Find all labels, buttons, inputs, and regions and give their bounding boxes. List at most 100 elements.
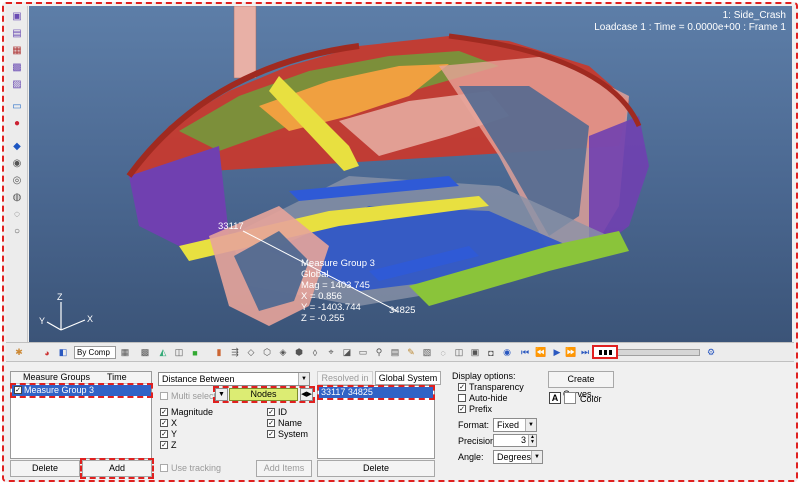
cut-icon[interactable]: ■	[188, 346, 202, 359]
annotation-icon[interactable]: ✎	[404, 346, 418, 359]
format-select[interactable]: Fixed ▼	[493, 418, 537, 432]
chevron-down-icon: ▼	[298, 373, 309, 385]
axis-x-label: X	[87, 314, 94, 324]
x-checkbox[interactable]: ✓ X	[160, 418, 177, 428]
section-icon[interactable]: ◪	[340, 346, 354, 359]
color-wheel-icon[interactable]: ◕	[40, 346, 54, 359]
measure-annotation-line: Mag = 1403.745	[301, 280, 370, 291]
tracking-icon[interactable]: ⚲	[372, 346, 386, 359]
nodes-selector: ▼ Nodes ◀▶	[213, 386, 315, 403]
measure-group-checkbox[interactable]: ✓	[14, 386, 22, 394]
auto-hide-checkbox[interactable]: Auto-hide	[458, 393, 508, 403]
delete-group-button[interactable]: Delete	[10, 460, 80, 477]
graphics-viewport[interactable]: 1: Side_Crash Loadcase 1 : Time = 0.0000…	[29, 6, 792, 342]
deformed-icon[interactable]: ◇	[244, 346, 258, 359]
vector-icon[interactable]: ⇶	[228, 346, 242, 359]
last-frame-icon[interactable]: ⏭	[578, 346, 592, 359]
angle-label: Angle:	[458, 452, 484, 462]
spinner-arrows-icon[interactable]: ▲ ▼	[528, 435, 536, 446]
entity-icon[interactable]: ●	[9, 117, 25, 131]
entity-type-dropdown[interactable]: ▼	[215, 388, 228, 401]
measure-icon[interactable]: ▭	[356, 346, 370, 359]
iso-icon[interactable]: ◈	[276, 346, 290, 359]
next-frame-icon[interactable]: ⏩	[564, 346, 578, 359]
name-checkbox[interactable]: ✓ Name	[267, 418, 302, 428]
column-measure-groups[interactable]: Measure Groups	[23, 372, 90, 383]
color-swatch[interactable]	[564, 392, 576, 404]
list-item[interactable]: ✓ Measure Group 3	[10, 383, 153, 398]
color-mode-select[interactable]: By Comp	[74, 346, 116, 359]
layout-icon[interactable]: ▦	[9, 44, 25, 58]
transparency-checkbox[interactable]: ✓ Transparency	[458, 382, 524, 392]
nodes-entity-button[interactable]: Nodes	[229, 388, 298, 401]
camera-icon[interactable]: ◘	[484, 346, 498, 359]
column-time[interactable]: Time	[107, 372, 127, 383]
resolved-nodes-list[interactable]: 33117 34825	[317, 385, 435, 459]
axis-y-label: Y	[39, 316, 46, 326]
create-curves-button[interactable]: Create Curves...	[548, 371, 614, 399]
trace-icon[interactable]: ⌖	[324, 346, 338, 359]
display-mode-icon[interactable]: ◆	[9, 140, 25, 154]
bubble-icon[interactable]: ◌	[436, 346, 450, 359]
image-icon[interactable]: ▣	[468, 346, 482, 359]
use-tracking-checkbox[interactable]: Use tracking	[160, 463, 221, 473]
z-checkbox[interactable]: ✓ Z	[160, 440, 177, 450]
color-label: Color	[580, 394, 602, 404]
monitor-icon[interactable]: ▭	[9, 100, 25, 114]
checkbox-label: Y	[171, 429, 178, 439]
measure-groups-header: Measure Groups Time	[11, 372, 151, 384]
y-checkbox[interactable]: ✓ Y	[160, 429, 177, 439]
system-checkbox[interactable]: ✓ System	[267, 429, 308, 439]
add-group-button[interactable]: Add	[80, 458, 154, 479]
isolate-icon[interactable]: ◭	[156, 346, 170, 359]
palette-icon[interactable]: ✱	[12, 346, 26, 359]
use-tracking-label: Use tracking	[171, 463, 222, 473]
measure-type-value: Distance Between	[162, 374, 235, 384]
page-icon[interactable]: ▣	[9, 10, 25, 24]
measure-type-select[interactable]: Distance Between ▼	[158, 372, 310, 386]
play-icon[interactable]: ▶	[550, 346, 564, 359]
eye-plus-icon[interactable]: ◎	[9, 174, 25, 188]
sync-icon[interactable]: ▩	[9, 61, 25, 75]
main-toolbar: ✱ ◕ ◧ By Comp ▦ ▩ ◭ ◫ ■ ▮ ⇶ ◇ ⬡ ◈ ⬢ ◊ ⌖ …	[6, 342, 794, 362]
marker-icon[interactable]: ⬢	[292, 346, 306, 359]
legend-icon[interactable]: ◫	[452, 346, 466, 359]
multi-select-checkbox[interactable]: Multi select	[160, 391, 216, 401]
prev-frame-icon[interactable]: ⏪	[534, 346, 548, 359]
id-checkbox[interactable]: ✓ ID	[267, 407, 287, 417]
eye-all-icon[interactable]: ○	[9, 225, 25, 239]
magnitude-checkbox[interactable]: ✓ Magnitude	[160, 407, 213, 417]
car-body-model	[126, 6, 649, 326]
note-icon[interactable]: ▧	[420, 346, 434, 359]
precision-spinner[interactable]: 3 ▲ ▼	[493, 434, 537, 447]
angle-select[interactable]: Degrees ▼	[493, 450, 543, 464]
shaded-icon[interactable]: ▩	[138, 346, 152, 359]
delete-nodes-button[interactable]: Delete	[317, 460, 435, 477]
color-mode-value: By Comp	[77, 348, 110, 357]
expand-icon[interactable]: ▨	[9, 78, 25, 92]
measure-groups-list[interactable]: Measure Groups Time ✓ Measure Group 3	[10, 371, 153, 459]
format-label: Format:	[458, 420, 490, 430]
tab-global-system[interactable]: Global System	[375, 371, 441, 385]
eye-minus-icon[interactable]: ◍	[9, 191, 25, 205]
reset-selection-icon[interactable]: ◀▶	[300, 388, 313, 401]
grid-icon[interactable]: ▤	[388, 346, 402, 359]
add-items-button[interactable]: Add Items	[256, 460, 312, 477]
font-icon[interactable]: A	[549, 392, 561, 404]
frame-slider-thumb[interactable]	[592, 345, 618, 359]
animation-icon[interactable]: ◉	[500, 346, 514, 359]
list-item[interactable]: 33117 34825	[317, 385, 435, 400]
tab-resolved-in[interactable]: Resolved in	[317, 371, 373, 385]
component-color-icon[interactable]: ◧	[56, 346, 70, 359]
first-frame-icon[interactable]: ⏮	[518, 346, 532, 359]
prefix-checkbox[interactable]: ✓ Prefix	[458, 404, 492, 414]
window-icon[interactable]: ▤	[9, 27, 25, 41]
flex-icon[interactable]: ◊	[308, 346, 322, 359]
tensor-icon[interactable]: ⬡	[260, 346, 274, 359]
eye-icon[interactable]: ◉	[9, 157, 25, 171]
contour-icon[interactable]: ▮	[212, 346, 226, 359]
mesh-icon[interactable]: ▦	[118, 346, 132, 359]
eye-toggle-icon[interactable]: ◌	[9, 208, 25, 222]
animation-settings-icon[interactable]: ⚙	[704, 346, 718, 359]
mirror-icon[interactable]: ◫	[172, 346, 186, 359]
